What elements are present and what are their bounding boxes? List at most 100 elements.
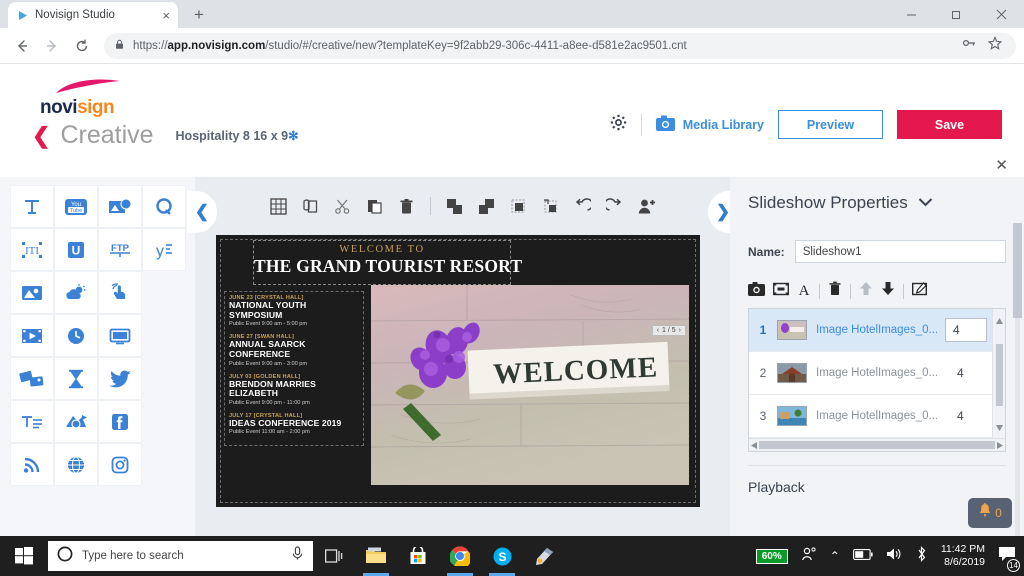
new-tab-button[interactable]: + (186, 2, 212, 28)
row-duration[interactable]: 4 (950, 409, 992, 423)
panel-scroll-thumb[interactable] (1013, 223, 1022, 318)
key-icon[interactable] (962, 36, 976, 55)
move-up-icon[interactable] (859, 281, 873, 301)
taskbar-search[interactable]: Type here to search (48, 541, 313, 571)
forward-icon[interactable] (38, 32, 66, 60)
web-image-widget[interactable] (98, 185, 142, 228)
chrome-icon[interactable] (439, 536, 481, 576)
start-button[interactable] (0, 536, 48, 576)
clock-widget[interactable] (54, 314, 98, 357)
youtube-widget[interactable]: YouTube (54, 185, 98, 228)
edit-item-icon[interactable] (912, 282, 927, 301)
cut-icon[interactable] (334, 198, 351, 215)
qr-widget[interactable] (142, 185, 186, 228)
rich-text-widget[interactable] (10, 400, 54, 443)
skype-icon[interactable]: S (481, 536, 523, 576)
close-tab-icon[interactable]: × (162, 9, 170, 22)
window-maximize-button[interactable] (934, 0, 979, 28)
instagram-widget[interactable] (98, 443, 142, 486)
slideshow-element[interactable]: WELCOME ‹ 1 / 5 › (371, 285, 689, 485)
facebook-widget[interactable] (98, 400, 142, 443)
add-image-icon[interactable] (748, 282, 765, 301)
duplicate-icon[interactable] (302, 198, 319, 215)
browser-tab[interactable]: Novisign Studio × (8, 2, 178, 28)
file-explorer-icon[interactable] (355, 536, 397, 576)
send-backward-icon[interactable] (542, 198, 559, 215)
add-text-icon[interactable]: A (797, 282, 811, 301)
pager-prev-icon[interactable]: ‹ (657, 327, 659, 334)
window-minimize-button[interactable] (889, 0, 934, 28)
media-library-button[interactable]: Media Library (656, 115, 764, 134)
headline-element[interactable]: WELCOME TO THE GRAND TOURIST RESORT (253, 240, 511, 285)
delete-icon[interactable] (398, 198, 415, 215)
microsoft-store-icon[interactable] (397, 536, 439, 576)
notification-badge[interactable]: 0 (968, 498, 1012, 528)
add-video-icon[interactable] (773, 282, 789, 301)
people-icon[interactable] (801, 546, 817, 567)
chevron-down-icon[interactable] (918, 194, 933, 212)
scroll-thumb[interactable] (996, 344, 1003, 406)
bring-to-front-icon[interactable] (446, 198, 463, 215)
weather-widget[interactable] (54, 271, 98, 314)
scroll-thumb[interactable] (759, 441, 995, 449)
action-center-icon[interactable]: 14 (998, 546, 1016, 567)
grid-icon[interactable] (270, 198, 287, 215)
name-input[interactable]: Slideshow1 (795, 240, 1006, 263)
table-row[interactable]: 2 Image HotelImages_0... 4 (749, 352, 992, 395)
playback-section-title[interactable]: Playback (748, 479, 1006, 495)
ftp-widget[interactable]: FTP (98, 228, 142, 271)
rss-widget[interactable] (10, 443, 54, 486)
preview-button[interactable]: Preview (778, 110, 883, 139)
battery-icon[interactable] (853, 547, 873, 565)
touch-widget[interactable] (98, 271, 142, 314)
paste-icon[interactable] (366, 198, 383, 215)
star-icon[interactable] (988, 36, 1002, 55)
row-duration[interactable]: 4 (945, 318, 987, 342)
microphone-icon[interactable] (291, 546, 304, 566)
table-row[interactable]: 3 Image HotelImages_0... 4 (749, 395, 992, 438)
table-vertical-scrollbar[interactable] (992, 309, 1005, 438)
properties-header[interactable]: Slideshow Properties (748, 193, 1006, 213)
image-widget[interactable] (10, 271, 54, 314)
twitter-widget[interactable] (98, 357, 142, 400)
scroll-down-icon[interactable] (996, 418, 1003, 436)
chevron-up-icon[interactable]: ⌃ (830, 549, 840, 563)
volume-icon[interactable] (886, 547, 902, 566)
delete-item-icon[interactable] (828, 281, 842, 301)
undo-icon[interactable] (574, 198, 591, 215)
move-down-icon[interactable] (881, 281, 895, 301)
events-list-element[interactable]: JUNE 23 [CRYSTAL HALL] NATIONAL YOUTH SY… (224, 291, 364, 446)
send-to-back-icon[interactable] (478, 198, 495, 215)
text-box-widget[interactable]: ITI (10, 228, 54, 271)
pager-next-icon[interactable]: › (679, 327, 681, 334)
bluetooth-icon[interactable] (915, 546, 928, 567)
task-view-icon[interactable] (313, 536, 355, 576)
scroll-left-icon[interactable] (751, 436, 757, 454)
save-button[interactable]: Save (897, 110, 1002, 139)
countdown-widget[interactable] (54, 357, 98, 400)
window-close-button[interactable] (979, 0, 1024, 28)
close-icon[interactable]: ✕ (995, 156, 1008, 174)
table-horizontal-scrollbar[interactable] (749, 438, 1005, 451)
url-widget[interactable]: U (54, 228, 98, 271)
bring-forward-icon[interactable] (510, 198, 527, 215)
slideshow-pager[interactable]: ‹ 1 / 5 › (652, 325, 686, 336)
back-chevron-icon[interactable]: ❮ (32, 125, 50, 147)
redo-icon[interactable] (606, 198, 623, 215)
gear-icon[interactable] (610, 114, 627, 136)
back-icon[interactable] (8, 32, 36, 60)
paint3d-icon[interactable] (523, 536, 565, 576)
battery-percent-badge[interactable]: 60% (756, 549, 788, 564)
scroll-up-icon[interactable] (996, 311, 1003, 329)
live-feed-widget[interactable] (54, 400, 98, 443)
reload-icon[interactable] (68, 32, 96, 60)
scroll-right-icon[interactable] (997, 436, 1003, 454)
address-bar[interactable]: https://app.novisign.com/studio/#/creati… (104, 33, 1016, 59)
add-user-icon[interactable] (638, 198, 656, 215)
table-row[interactable]: 1 Image HotelImages_0... 4 (749, 309, 992, 352)
creative-stage[interactable]: WELCOME TO THE GRAND TOURIST RESORT JUNE… (216, 235, 700, 507)
text-widget[interactable] (10, 185, 54, 228)
row-duration[interactable]: 4 (950, 366, 992, 380)
screen-widget[interactable] (98, 314, 142, 357)
slideshow-widget[interactable] (10, 357, 54, 400)
